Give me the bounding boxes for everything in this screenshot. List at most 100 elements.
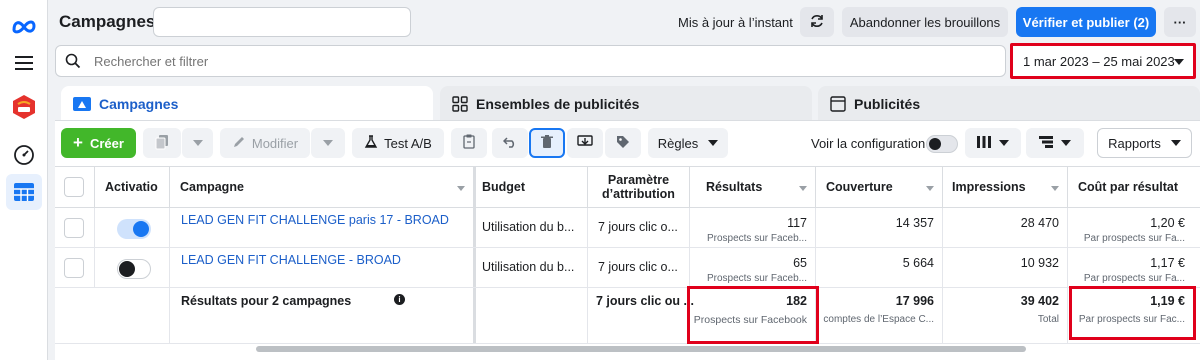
row-select-cell — [55, 248, 95, 287]
top-bar: Campagnes Mis à jour à l’instant Abandon… — [48, 0, 1200, 44]
select-all-checkbox[interactable] — [64, 177, 84, 197]
preview-button[interactable] — [567, 128, 603, 158]
view-config-toggle[interactable] — [926, 135, 958, 153]
cost-highlight — [1069, 286, 1196, 340]
sort-icon — [926, 186, 934, 191]
budget-value: Utilisation du b... — [482, 220, 575, 234]
header-results[interactable]: Résultats — [690, 166, 816, 208]
sort-icon — [1051, 186, 1059, 191]
ab-test-button[interactable]: Test A/B — [352, 128, 444, 158]
chevron-down-icon — [708, 140, 719, 146]
table-row[interactable]: LEAD GEN FIT CHALLENGE - BROAD Utilisati… — [55, 248, 1200, 288]
sort-icon — [457, 186, 465, 191]
activation-toggle[interactable] — [117, 219, 151, 239]
meta-logo-icon[interactable] — [6, 8, 42, 44]
table-icon[interactable] — [6, 174, 42, 210]
delete-button[interactable] — [529, 128, 565, 158]
search-input[interactable] — [94, 54, 694, 69]
row-checkbox[interactable] — [64, 218, 84, 238]
row-checkbox[interactable] — [64, 258, 84, 278]
duplicate-button[interactable] — [143, 128, 181, 158]
header-impressions[interactable]: Impressions — [943, 166, 1068, 208]
header-cost-label: Coût par résultat — [1078, 180, 1179, 194]
more-options-button[interactable]: ··· — [1164, 7, 1196, 37]
header-cost-per-result[interactable]: Coût par résultat — [1068, 166, 1200, 208]
header-attribution[interactable]: Paramètre d’attribution — [588, 166, 690, 208]
table-row[interactable]: LEAD GEN FIT CHALLENGE paris 17 - BROAD … — [55, 208, 1200, 248]
reports-button[interactable]: Rapports — [1097, 128, 1192, 158]
header-results-label: Résultats — [706, 180, 763, 194]
impressions-value: 10 932 — [1020, 256, 1059, 270]
total-budget-cell — [476, 288, 588, 343]
header-activation-label: Activatio — [105, 180, 158, 194]
header-impressions-label: Impressions — [952, 180, 1026, 194]
refresh-icon — [809, 13, 825, 32]
total-row: Résultats pour 2 campagnes i 7 jours cli… — [55, 288, 1200, 344]
edit-dropdown[interactable] — [311, 128, 345, 158]
total-impressions-cell: 39 402 Total — [943, 288, 1068, 343]
create-button[interactable]: + Créer — [61, 128, 136, 158]
total-label: Résultats pour 2 campagnes — [181, 294, 352, 308]
rules-button[interactable]: Règles — [648, 128, 728, 158]
activation-toggle[interactable] — [117, 259, 151, 279]
undo-button[interactable] — [492, 128, 528, 158]
tag-button[interactable] — [605, 128, 641, 158]
activation-cell — [95, 248, 170, 287]
columns-button[interactable] — [965, 128, 1021, 158]
campaign-cell: LEAD GEN FIT CHALLENGE - BROAD — [170, 248, 476, 287]
total-spacer-cell — [55, 288, 170, 343]
gauge-icon[interactable] — [6, 137, 42, 173]
rules-label: Règles — [657, 135, 699, 151]
tab-campaigns[interactable]: Campagnes — [61, 86, 433, 122]
total-impressions: 39 402 — [1020, 294, 1059, 308]
results-value: 117 — [787, 216, 807, 230]
date-range-label: 1 mar 2023 – 25 mai 2023 — [1023, 53, 1175, 69]
campaign-name-input[interactable] — [153, 7, 411, 37]
left-rail — [0, 0, 48, 360]
search-bar[interactable] — [55, 45, 1006, 77]
undo-icon — [502, 136, 517, 151]
row-select-cell — [55, 208, 95, 247]
impressions-cell: 28 470 — [943, 208, 1068, 247]
total-reach: 17 996 — [895, 294, 934, 308]
chevron-down-icon — [323, 140, 333, 146]
total-attribution: 7 jours clic ou ... — [596, 294, 694, 308]
date-range-picker[interactable]: 1 mar 2023 – 25 mai 2023 — [1010, 43, 1196, 79]
chevron-down-icon — [192, 140, 203, 146]
horizontal-scrollbar[interactable] — [256, 346, 1026, 352]
header-activation[interactable]: Activatio — [95, 166, 170, 208]
clipboard-button[interactable] — [451, 128, 487, 158]
tab-ad-sets[interactable]: Ensembles de publicités — [440, 86, 812, 122]
breakdown-button[interactable] — [1026, 128, 1084, 158]
activation-cell — [95, 208, 170, 247]
total-reach-sub: comptes de l’Espace C... — [823, 314, 934, 325]
chevron-down-icon — [1061, 140, 1071, 146]
tab-ads[interactable]: Publicités — [818, 86, 1200, 122]
duplicate-dropdown[interactable] — [182, 128, 213, 158]
chevron-down-icon — [1174, 59, 1184, 65]
campaign-link[interactable]: LEAD GEN FIT CHALLENGE paris 17 - BROAD — [181, 213, 449, 227]
header-reach-label: Couverture — [826, 180, 893, 194]
header-campaign-label: Campagne — [180, 180, 244, 194]
header-reach[interactable]: Couverture — [816, 166, 943, 208]
pencil-icon — [232, 135, 246, 152]
refresh-button[interactable] — [800, 7, 834, 37]
edit-button[interactable]: Modifier — [220, 128, 310, 158]
menu-icon[interactable] — [6, 45, 42, 81]
attribution-cell: 7 jours clic o... — [588, 208, 690, 247]
plus-icon: + — [73, 133, 83, 152]
results-cell: 117 Prospects sur Faceb... — [690, 208, 816, 247]
discard-drafts-button[interactable]: Abandonner les brouillons — [842, 7, 1008, 37]
campaign-cell: LEAD GEN FIT CHALLENGE paris 17 - BROAD — [170, 208, 476, 247]
total-label-cell: Résultats pour 2 campagnes i — [170, 288, 476, 343]
reach-cell: 5 664 — [816, 248, 943, 287]
info-icon[interactable]: i — [394, 294, 405, 305]
five-logo-icon[interactable] — [6, 89, 42, 125]
review-publish-button[interactable]: Vérifier et publier (2) — [1016, 7, 1156, 37]
campaign-link[interactable]: LEAD GEN FIT CHALLENGE - BROAD — [181, 253, 401, 267]
total-reach-cell: 17 996 comptes de l’Espace C... — [816, 288, 943, 343]
header-budget[interactable]: Budget — [476, 166, 588, 208]
cost-cell: 1,17 € Par prospects sur Fa... — [1068, 248, 1200, 287]
header-campaign[interactable]: Campagne — [170, 166, 476, 208]
tab-label: Campagnes — [99, 96, 179, 112]
